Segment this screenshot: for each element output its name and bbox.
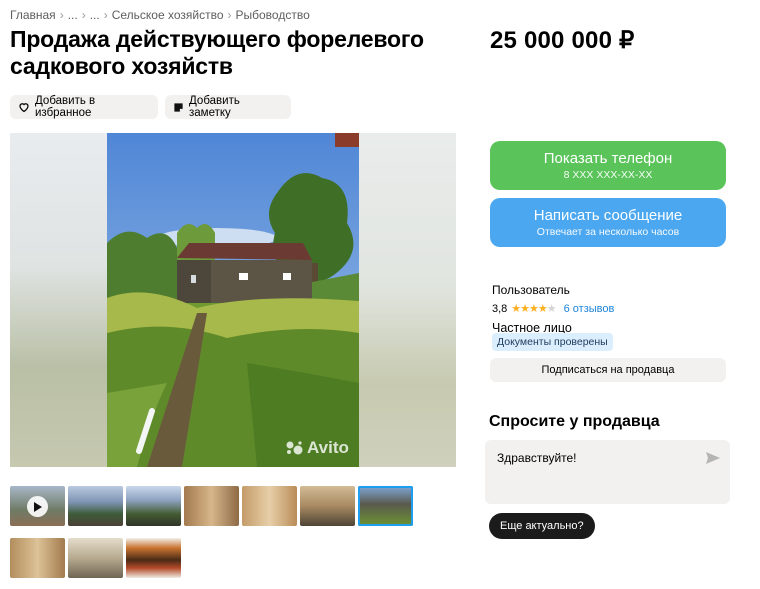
write-message-label: Написать сообщение <box>533 207 683 224</box>
breadcrumb-separator: › <box>227 8 232 22</box>
reviews-link[interactable]: 6 отзывов <box>564 303 615 315</box>
thumbnail-photo[interactable] <box>68 538 123 578</box>
add-note-button[interactable]: Добавить заметку <box>165 95 291 119</box>
play-icon <box>27 496 48 517</box>
add-to-favorites-button[interactable]: Добавить в избранное <box>10 95 158 119</box>
quick-reply-chip[interactable]: Еще актуально? <box>489 513 595 539</box>
seller-info: Пользователь 3,8 ★★★★★ 6 отзывов Частное… <box>492 283 614 335</box>
response-time: Отвечает за несколько часов <box>536 226 680 238</box>
thumbnail-video[interactable] <box>10 486 65 526</box>
breadcrumb-subcategory[interactable]: Рыбоводство <box>236 8 310 22</box>
seller-name[interactable]: Пользователь <box>492 283 614 297</box>
thumbnail-photo[interactable] <box>184 486 239 526</box>
breadcrumb-home[interactable]: Главная <box>10 8 56 22</box>
thumbnail-photo[interactable] <box>10 538 65 578</box>
ask-seller-title: Спросите у продавца <box>489 413 660 430</box>
main-photo-image <box>107 133 359 467</box>
listing-price: 25 000 000 ₽ <box>490 27 635 54</box>
thumbnail-photo[interactable] <box>126 538 181 578</box>
ask-message-text[interactable]: Здравствуйте! <box>497 451 577 465</box>
breadcrumb-collapsed-1[interactable]: ... <box>68 8 78 22</box>
gallery-blur-right <box>359 133 456 467</box>
add-note-label: Добавить заметку <box>189 95 240 119</box>
photo-gallery[interactable]: Avito <box>10 133 456 467</box>
show-phone-label: Показать телефон <box>543 150 673 167</box>
thumbnail-photo[interactable] <box>126 486 181 526</box>
breadcrumb-separator: › <box>81 8 86 22</box>
breadcrumb-category[interactable]: Сельское хозяйство <box>112 8 224 22</box>
documents-verified-badge: Документы проверены <box>492 333 613 351</box>
show-phone-button[interactable]: Показать телефон 8 XXX XXX-XX-XX <box>490 141 726 190</box>
breadcrumb-separator: › <box>103 8 108 22</box>
note-icon <box>174 102 183 112</box>
avito-logo-icon <box>286 441 303 455</box>
seller-rating: 3,8 ★★★★★ 6 отзывов <box>492 302 615 316</box>
avito-watermark: Avito <box>286 438 349 458</box>
avito-watermark-text: Avito <box>307 438 349 457</box>
main-photo[interactable] <box>107 133 359 467</box>
breadcrumb-separator: › <box>59 8 64 22</box>
write-message-button[interactable]: Написать сообщение Отвечает за несколько… <box>490 198 726 247</box>
send-icon[interactable] <box>706 452 720 464</box>
star-rating-icon: ★★★★★ <box>511 303 556 315</box>
phone-mask: 8 XXX XXX-XX-XX <box>563 169 653 181</box>
thumbnail-photo-active[interactable] <box>358 486 413 526</box>
add-to-favorites-label: Добавить в избранное <box>35 95 96 119</box>
rating-value: 3,8 <box>492 302 508 315</box>
thumbnail-photo[interactable] <box>300 486 355 526</box>
thumbnail-photo[interactable] <box>242 486 297 526</box>
heart-icon <box>19 103 29 113</box>
breadcrumb-collapsed-2[interactable]: ... <box>90 8 100 22</box>
gallery-blur-left <box>10 133 107 467</box>
thumbnail-photo[interactable] <box>68 486 123 526</box>
breadcrumb: Главная › ... › ... › Сельское хозяйство… <box>10 8 310 22</box>
subscribe-button[interactable]: Подписаться на продавца <box>490 358 726 382</box>
listing-title: Продажа действующего форелевого садковог… <box>10 26 424 79</box>
ask-message-input[interactable]: Здравствуйте! <box>485 440 730 504</box>
